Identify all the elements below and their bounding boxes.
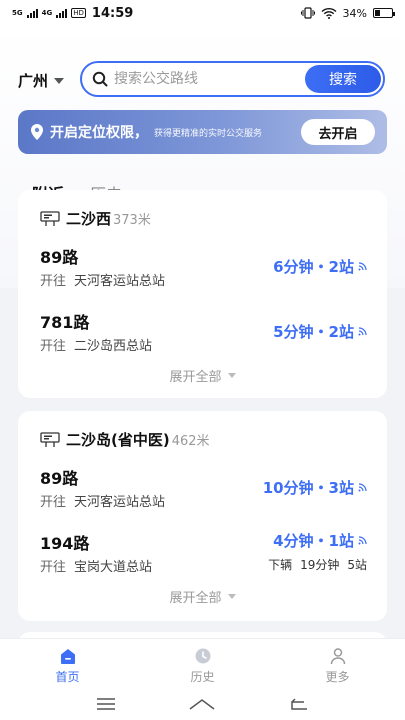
destination-name: 天河客运站总站 (74, 274, 166, 289)
banner-subtitle: 获得更精准的实时公交服务 (154, 128, 263, 139)
realtime-signal-icon (358, 483, 367, 492)
next-bus-time: 19分钟 (300, 558, 340, 572)
hd-badge: HD (71, 8, 86, 18)
route-destination: 开往 宝岗大道总站 (40, 556, 152, 575)
chevron-down-icon (54, 77, 65, 84)
stop-card[interactable]: 二沙岛(省中医) 462米 89路 开往 天河客运站总站 10分钟・3站 194路… (18, 411, 387, 621)
home-icon (60, 649, 75, 664)
route-row[interactable]: 89路 开往 天河客运站总站 10分钟・3站 (40, 465, 367, 521)
system-nav-bar (0, 688, 405, 720)
city-label: 广州 (18, 72, 49, 90)
route-number: 194路 (40, 534, 90, 553)
next-bus-stops: 5站 (347, 558, 367, 572)
expand-all-label: 展开全部 (169, 591, 222, 606)
stop-name: 二沙岛(省中医) (66, 431, 170, 449)
status-time: 14:59 (91, 5, 134, 21)
nav-more[interactable]: 更多 (270, 639, 405, 688)
eta-text: 4分钟・1站 (273, 532, 354, 550)
network-4g-label: 4G (41, 8, 53, 17)
next-bus-label: 下辆 (268, 558, 293, 572)
realtime-signal-icon (358, 262, 367, 271)
stop-name: 二沙西 (66, 210, 112, 228)
route-number: 89路 (40, 248, 79, 267)
search-box[interactable]: 搜索 (80, 61, 385, 97)
search-input[interactable] (114, 71, 294, 87)
expand-all-button[interactable]: 展开全部 (18, 587, 387, 606)
route-direction-label: 开往 (40, 560, 67, 575)
eta: 6分钟・2站 (273, 256, 367, 277)
chevron-down-icon (227, 594, 236, 599)
route-row[interactable]: 89路 开往 天河客运站总站 6分钟・2站 (40, 244, 367, 300)
network-5g-label: 5G (12, 8, 23, 17)
eta-text: 6分钟・2站 (273, 258, 354, 276)
search-icon (92, 71, 108, 87)
nav-more-label: 更多 (325, 670, 350, 684)
route-destination: 开往 二沙岛西总站 (40, 335, 152, 354)
battery-percent: 34% (342, 6, 367, 20)
nav-history-label: 历史 (190, 670, 215, 684)
location-permission-banner[interactable]: 开启定位权限， 获得更精准的实时公交服务 去开启 (18, 110, 387, 154)
status-left: 5G 4G HD 14:59 (12, 6, 133, 21)
menu-icon[interactable] (96, 697, 116, 711)
bus-stop-sign-icon (40, 431, 60, 447)
destination-name: 宝岗大道总站 (74, 560, 153, 575)
route-direction-label: 开往 (40, 339, 67, 354)
search-button[interactable]: 搜索 (305, 65, 381, 93)
bottom-nav: 首页 历史 更多 (0, 638, 405, 688)
battery-icon (373, 8, 395, 18)
route-destination: 开往 天河客运站总站 (40, 270, 165, 289)
city-selector[interactable]: 广州 (18, 70, 65, 91)
destination-name: 天河客运站总站 (74, 495, 166, 510)
next-bus-info: 下辆 19分钟 5站 (260, 556, 367, 573)
stop-header: 二沙西 373米 (40, 208, 151, 229)
banner-title: 开启定位权限， (50, 125, 148, 141)
eta: 10分钟・3站 (263, 477, 367, 498)
route-destination: 开往 天河客运站总站 (40, 491, 165, 510)
nav-history[interactable]: 历史 (135, 639, 270, 688)
signal-icon (56, 8, 68, 18)
expand-all-label: 展开全部 (169, 370, 222, 385)
eta-text: 5分钟・2站 (273, 323, 354, 341)
expand-all-button[interactable]: 展开全部 (18, 366, 387, 385)
back-icon[interactable] (289, 697, 309, 711)
route-number: 781路 (40, 313, 90, 332)
route-direction-label: 开往 (40, 274, 67, 289)
route-number: 89路 (40, 469, 79, 488)
stop-header: 二沙岛(省中医) 462米 (40, 429, 210, 450)
battery-level (375, 10, 381, 16)
eta: 5分钟・2站 (273, 321, 367, 342)
location-pin-icon (31, 124, 43, 140)
vibrate-icon (300, 7, 315, 19)
eta: 4分钟・1站 (273, 530, 367, 551)
status-bar: 5G 4G HD 14:59 34% (0, 0, 405, 26)
bus-stop-sign-icon (40, 210, 60, 226)
stop-distance: 462米 (171, 434, 210, 449)
nav-home[interactable]: 首页 (0, 639, 135, 688)
wifi-icon (321, 7, 337, 19)
home-nav-icon[interactable] (188, 697, 216, 711)
stop-card[interactable]: 二沙西 373米 89路 开往 天河客运站总站 6分钟・2站 781路 开往 二沙岛… (18, 190, 387, 398)
clock-icon (195, 648, 210, 664)
eta-text: 10分钟・3站 (262, 479, 354, 497)
nav-home-label: 首页 (55, 670, 80, 684)
user-icon (330, 648, 345, 665)
realtime-signal-icon (358, 536, 367, 545)
signal-icon (26, 8, 38, 18)
route-row[interactable]: 781路 开往 二沙岛西总站 5分钟・2站 (40, 309, 367, 365)
enable-location-button[interactable]: 去开启 (301, 119, 375, 145)
stop-distance: 373米 (113, 213, 151, 228)
realtime-signal-icon (358, 327, 367, 336)
chevron-down-icon (227, 373, 236, 378)
route-row[interactable]: 194路 开往 宝岗大道总站 4分钟・1站 下辆 19分钟 5站 (40, 530, 367, 586)
destination-name: 二沙岛西总站 (74, 339, 153, 354)
route-direction-label: 开往 (40, 495, 67, 510)
status-right: 34% (300, 6, 395, 20)
